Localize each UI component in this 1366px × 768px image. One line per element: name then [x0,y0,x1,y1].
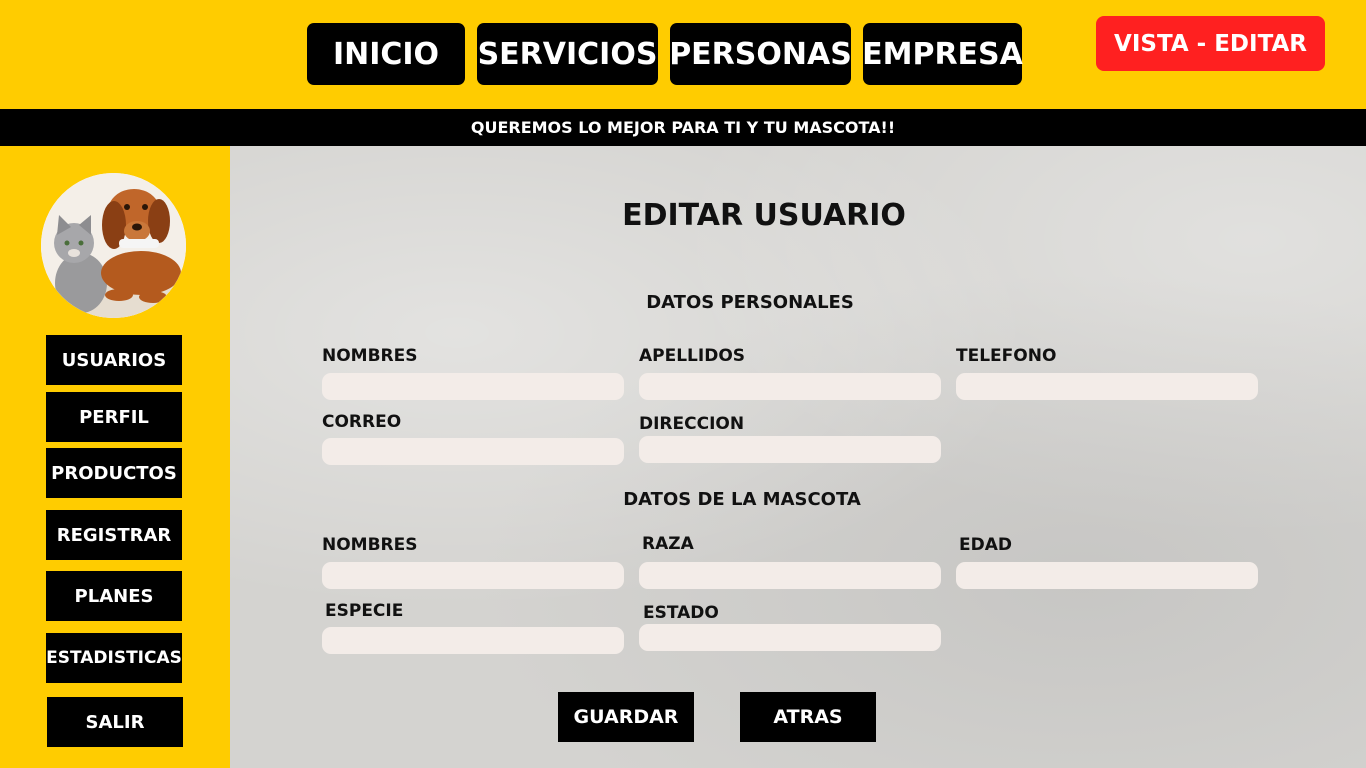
estado-input[interactable] [639,624,941,651]
edad-input[interactable] [956,562,1258,589]
nombres-input[interactable] [322,373,624,400]
pet-avatar [41,173,186,318]
nav-servicios-button[interactable]: SERVICIOS [477,23,658,85]
nav-empresa-button[interactable]: EMPRESA [862,23,1023,85]
edit-user-panel: EDITAR USUARIO DATOS PERSONALES NOMBRES … [230,146,1366,768]
top-header: INICIO SERVICIOS PERSONAS EMPRESA VISTA … [0,0,1366,109]
pet-nombres-label: NOMBRES [322,535,418,555]
vista-editar-button[interactable]: VISTA - EDITAR [1096,16,1325,71]
especie-input[interactable] [322,627,624,654]
page-title: EDITAR USUARIO [622,198,906,233]
edad-label: EDAD [959,535,1012,555]
apellidos-input[interactable] [639,373,941,400]
tagline-text: QUEREMOS LO MEJOR PARA TI Y TU MASCOTA!! [470,118,896,137]
sidebar-item-productos[interactable]: PRODUCTOS [46,448,182,498]
pet-data-heading: DATOS DE LA MASCOTA [623,489,861,510]
raza-label: RAZA [642,534,694,554]
sidebar-item-salir[interactable]: SALIR [47,697,183,747]
sidebar: USUARIOS PERFIL PRODUCTOS REGISTRAR PLAN… [0,146,230,768]
direccion-label: DIRECCION [639,414,745,434]
sidebar-item-perfil[interactable]: PERFIL [46,392,182,442]
personal-data-heading: DATOS PERSONALES [646,292,854,313]
nav-inicio-button[interactable]: INICIO [307,23,465,85]
sidebar-item-planes[interactable]: PLANES [46,571,182,621]
pet-nombres-input[interactable] [322,562,624,589]
tagline-banner: QUEREMOS LO MEJOR PARA TI Y TU MASCOTA!! [0,109,1366,146]
telefono-input[interactable] [956,373,1258,400]
raza-input[interactable] [639,562,941,589]
nombres-label: NOMBRES [322,346,418,366]
sidebar-item-usuarios[interactable]: USUARIOS [46,335,182,385]
guardar-button[interactable]: GUARDAR [558,692,694,742]
especie-label: ESPECIE [325,601,404,621]
estado-label: ESTADO [643,603,719,623]
apellidos-label: APELLIDOS [639,346,746,366]
direccion-input[interactable] [639,436,941,463]
sidebar-item-registrar[interactable]: REGISTRAR [46,510,182,560]
correo-label: CORREO [322,412,402,432]
telefono-label: TELEFONO [956,346,1057,366]
atras-button[interactable]: ATRAS [740,692,876,742]
dog-cat-image [41,173,186,318]
correo-input[interactable] [322,438,624,465]
nav-personas-button[interactable]: PERSONAS [669,23,852,85]
sidebar-item-estadisticas[interactable]: ESTADISTICAS [46,633,182,683]
